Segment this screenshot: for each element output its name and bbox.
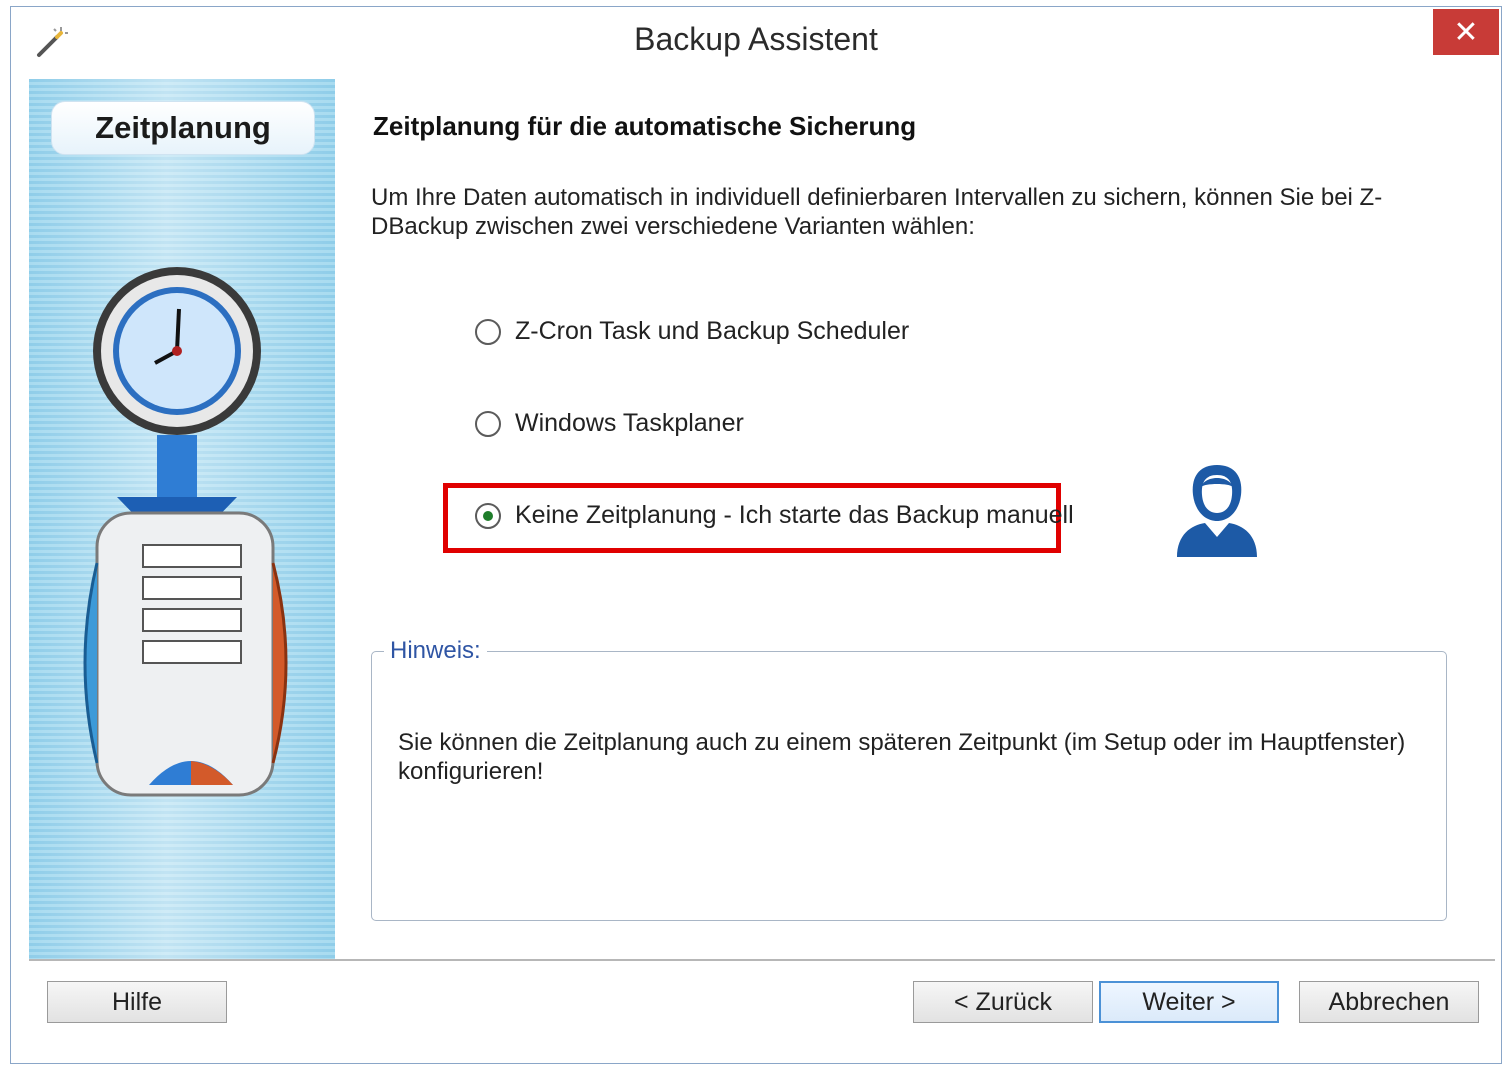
page-title: Zeitplanung für die automatische Sicheru… xyxy=(373,111,917,141)
close-button[interactable]: ✕ xyxy=(1433,9,1499,55)
back-button[interactable]: < Zurück xyxy=(913,981,1093,1023)
help-button[interactable]: Hilfe xyxy=(47,981,227,1023)
option-zcron-label: Z-Cron Task und Backup Scheduler xyxy=(515,317,910,345)
radio-zcron[interactable] xyxy=(475,318,501,345)
title-bar[interactable]: Backup Assistent ✕ xyxy=(11,7,1501,75)
hint-legend: Hinweis: xyxy=(384,637,487,665)
step-label: Zeitplanung xyxy=(51,101,315,155)
user-icon xyxy=(1177,465,1257,557)
main-content: Zeitplanung für die automatische Sicheru… xyxy=(335,79,1495,959)
backup-assistant-window: Backup Assistent ✕ Zeitplanung Zeitplanu… xyxy=(10,6,1502,1064)
option-no-schedule[interactable]: Keine Zeitplanung - Ich starte das Backu… xyxy=(475,501,1074,530)
option-windows-taskplaner-label: Windows Taskplaner xyxy=(515,409,744,437)
radio-no-schedule[interactable] xyxy=(475,502,501,529)
footer-divider xyxy=(29,959,1495,961)
intro-text: Um Ihre Daten automatisch in individuell… xyxy=(371,184,1383,240)
close-icon: ✕ xyxy=(1453,15,1479,49)
clock-backup-icon xyxy=(83,267,288,797)
hint-text: Sie können die Zeitplanung auch zu einem… xyxy=(398,729,1406,785)
hint-group: Hinweis: Sie können die Zeitplanung auch… xyxy=(371,637,1447,921)
cancel-button[interactable]: Abbrechen xyxy=(1299,981,1479,1023)
option-windows-taskplaner[interactable]: Windows Taskplaner xyxy=(475,409,744,438)
option-zcron[interactable]: Z-Cron Task und Backup Scheduler xyxy=(475,317,909,346)
next-button[interactable]: Weiter > xyxy=(1099,981,1279,1023)
sidebar-panel: Zeitplanung xyxy=(29,79,335,959)
option-no-schedule-label: Keine Zeitplanung - Ich starte das Backu… xyxy=(515,501,1074,529)
window-title: Backup Assistent xyxy=(634,21,878,57)
radio-windows-taskplaner[interactable] xyxy=(475,410,501,437)
